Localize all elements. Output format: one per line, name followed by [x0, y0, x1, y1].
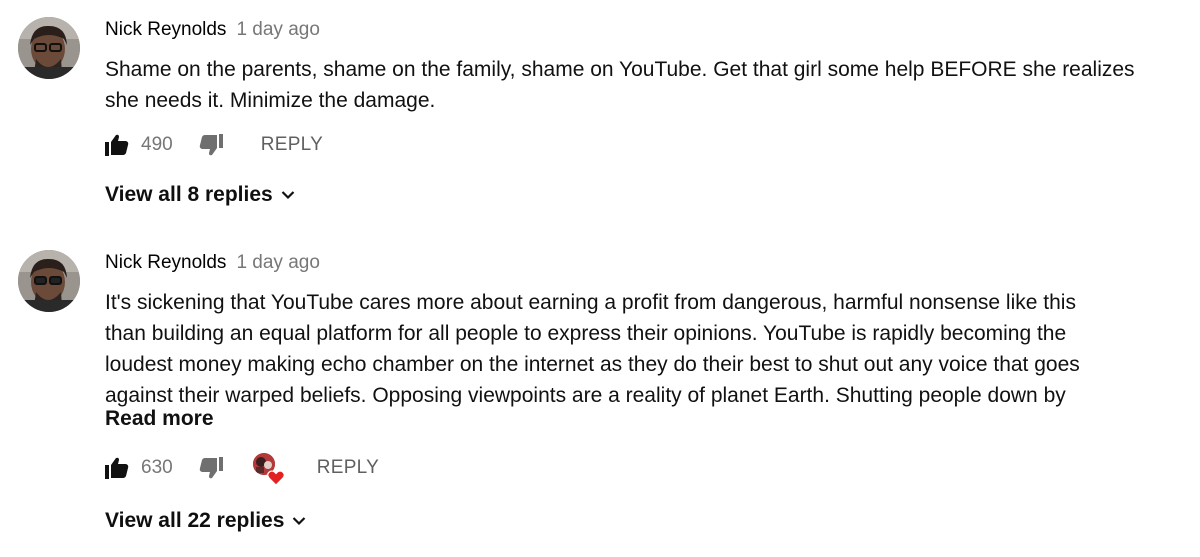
comment-line: against their warped beliefs. Opposing v… — [105, 384, 1066, 407]
chevron-down-icon — [281, 191, 294, 200]
dislike-button[interactable] — [199, 134, 223, 156]
avatar[interactable] — [18, 17, 80, 79]
like-count: 630 — [141, 457, 173, 478]
comment-text: It's sickening that YouTube cares more a… — [105, 287, 1180, 411]
reply-button[interactable]: REPLY — [317, 457, 379, 479]
chevron-down-icon — [293, 517, 306, 526]
thumb-down-icon — [199, 457, 223, 479]
dislike-button[interactable] — [199, 457, 223, 479]
read-more-link[interactable]: Read more — [105, 407, 214, 431]
creator-heart-badge[interactable] — [252, 453, 285, 486]
thumb-up-icon — [105, 457, 129, 479]
thumb-up-icon — [105, 134, 129, 156]
comment-line: It's sickening that YouTube cares more a… — [105, 291, 1076, 314]
comment-timestamp[interactable]: 1 day ago — [236, 19, 319, 40]
comment-actions: 630 REPLY — [105, 453, 379, 486]
like-button[interactable] — [105, 457, 129, 479]
like-button[interactable] — [105, 134, 129, 156]
author-name[interactable]: Nick Reynolds — [105, 252, 226, 273]
like-count: 490 — [141, 134, 173, 155]
view-replies-button[interactable]: View all 22 replies — [105, 509, 306, 533]
reply-button[interactable]: REPLY — [261, 134, 323, 156]
comment-header: Nick Reynolds 1 day ago — [105, 19, 320, 45]
author-name[interactable]: Nick Reynolds — [105, 19, 226, 40]
avatar[interactable] — [18, 250, 80, 312]
comment-timestamp[interactable]: 1 day ago — [236, 252, 319, 273]
comment-line: she needs it. Minimize the damage. — [105, 89, 436, 112]
comment-line: loudest money making echo chamber on the… — [105, 353, 1080, 376]
comment-line: Shame on the parents, shame on the famil… — [105, 58, 1135, 81]
comment-line: than building an equal platform for all … — [105, 322, 1067, 345]
thumb-down-icon — [199, 134, 223, 156]
comment-header: Nick Reynolds 1 day ago — [105, 252, 320, 278]
view-replies-label: View all 8 replies — [105, 183, 273, 206]
view-replies-label: View all 22 replies — [105, 509, 285, 532]
comment-actions: 490 REPLY — [105, 131, 323, 159]
view-replies-button[interactable]: View all 8 replies — [105, 183, 295, 207]
heart-icon — [266, 470, 285, 486]
comment-text: Shame on the parents, shame on the famil… — [105, 54, 1180, 116]
